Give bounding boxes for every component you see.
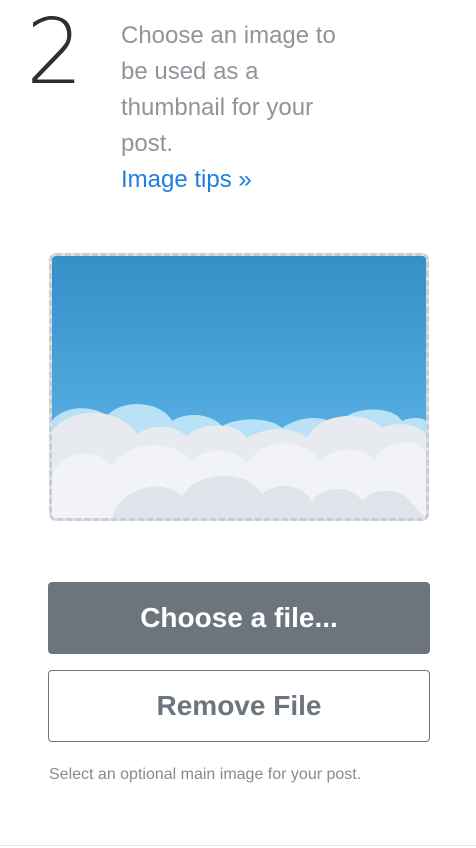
upload-help-text: Select an optional main image for your p… bbox=[49, 766, 362, 783]
step-number: 2 bbox=[26, 0, 83, 105]
image-tips-link[interactable]: Image tips » bbox=[121, 162, 252, 198]
thumbnail-preview-dropzone[interactable] bbox=[49, 253, 429, 521]
step-instructions: Choose an image to be used as a thumbnai… bbox=[121, 18, 361, 198]
bottom-divider bbox=[0, 845, 476, 846]
remove-file-button[interactable]: Remove File bbox=[48, 670, 430, 742]
choose-file-button[interactable]: Choose a file... bbox=[48, 582, 430, 654]
thumbnail-preview-image bbox=[52, 256, 426, 518]
step-instruction-text: Choose an image to be used as a thumbnai… bbox=[121, 22, 336, 157]
